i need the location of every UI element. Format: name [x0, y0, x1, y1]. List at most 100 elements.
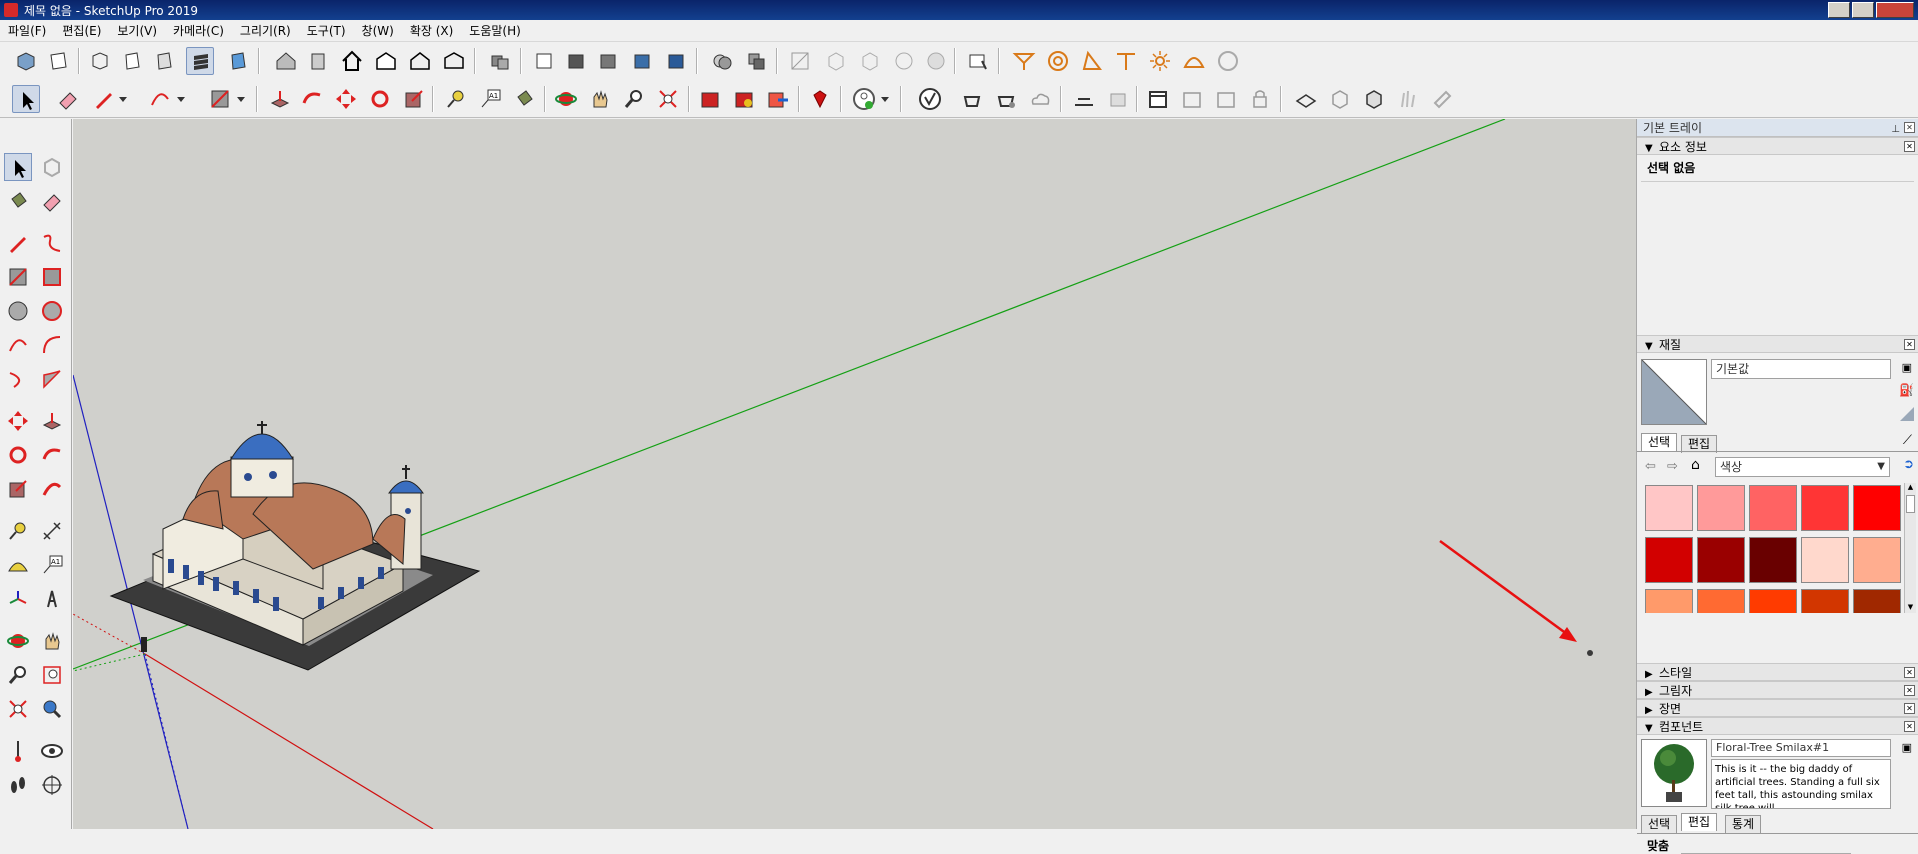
house-icon[interactable]	[338, 47, 366, 75]
menu-draw[interactable]: 그리기(R)	[232, 22, 299, 39]
position-camera-icon[interactable]	[4, 737, 32, 765]
frame-buffer-icon[interactable]	[1070, 85, 1098, 113]
wireframe-style-icon[interactable]	[118, 47, 146, 75]
solid-subtract-icon[interactable]	[742, 47, 770, 75]
details-icon[interactable]: ▣	[1902, 741, 1912, 754]
paint-bucket-icon[interactable]: ⛽	[1899, 383, 1914, 397]
move-icon[interactable]	[4, 407, 32, 435]
section-plane-icon[interactable]	[38, 771, 66, 799]
cloud-render-icon[interactable]	[1026, 85, 1054, 113]
arc-2pt-icon[interactable]	[38, 331, 66, 359]
dimension-icon[interactable]	[38, 517, 66, 545]
lock-icon[interactable]	[1246, 85, 1274, 113]
text-tool-icon[interactable]: A1	[476, 85, 504, 113]
follow-me-icon[interactable]	[298, 85, 326, 113]
tab-statistics[interactable]: 통계	[1725, 815, 1762, 833]
components-header[interactable]: ▼ 컴포넌트 ✕	[1637, 717, 1918, 735]
menu-camera[interactable]: 카메라(C)	[165, 22, 232, 39]
cube-icon[interactable]	[1326, 85, 1354, 113]
sandbox-scratch-icon[interactable]	[822, 47, 850, 75]
section-fill-icon[interactable]	[594, 47, 622, 75]
component-description[interactable]: This is it -- the big daddy of artificia…	[1711, 759, 1891, 809]
send-to-layout-icon[interactable]	[764, 85, 792, 113]
eraser-icon[interactable]	[54, 85, 82, 113]
color-swatch[interactable]	[1801, 589, 1849, 613]
color-swatch[interactable]	[1853, 589, 1901, 613]
axis-orange-icon[interactable]	[1112, 47, 1140, 75]
offset-icon[interactable]	[38, 475, 66, 503]
color-swatch[interactable]	[1801, 485, 1849, 531]
color-swatch[interactable]	[1801, 537, 1849, 583]
circle-orange-icon[interactable]	[1044, 47, 1072, 75]
warehouse-3d-icon[interactable]	[696, 85, 724, 113]
arc-3pt-icon[interactable]	[4, 365, 32, 393]
color-swatch[interactable]	[1697, 485, 1745, 531]
forward-arrow-icon[interactable]: ⇨	[1667, 459, 1678, 474]
orbit-icon[interactable]	[552, 85, 580, 113]
back-arrow-icon[interactable]: ⇦	[1645, 459, 1656, 474]
create-material-icon[interactable]: ▣	[1902, 361, 1912, 374]
color-swatch[interactable]	[1749, 485, 1797, 531]
add-location-icon[interactable]	[964, 47, 992, 75]
fur-icon[interactable]	[1394, 85, 1422, 113]
section-plane-icon[interactable]	[530, 47, 558, 75]
shaded-style-icon[interactable]	[186, 47, 214, 75]
tape-measure-icon[interactable]	[4, 517, 32, 545]
color-swatch[interactable]	[1645, 485, 1693, 531]
pie-icon[interactable]	[38, 365, 66, 393]
close-icon[interactable]: ✕	[1904, 339, 1915, 350]
library-select[interactable]: 색상 ▼	[1715, 457, 1890, 477]
tab-select[interactable]: 선택	[1641, 815, 1678, 833]
textured-style-icon[interactable]	[224, 47, 252, 75]
polygon-icon[interactable]	[38, 297, 66, 325]
close-icon[interactable]: ✕	[1904, 141, 1915, 152]
select-arrow-icon[interactable]	[12, 85, 40, 113]
chevron-down-icon[interactable]	[174, 85, 202, 113]
pencil-icon[interactable]	[90, 85, 118, 113]
maximize-button[interactable]	[1852, 2, 1874, 18]
section-cut-icon[interactable]	[562, 47, 590, 75]
vray-icon[interactable]	[916, 85, 944, 113]
rotate-icon[interactable]	[4, 441, 32, 469]
components-icon[interactable]	[486, 47, 514, 75]
placed-tree-component[interactable]	[1587, 650, 1593, 656]
protractor-orange-icon[interactable]	[1078, 47, 1106, 75]
menu-extensions[interactable]: 확장 (X)	[402, 22, 461, 39]
protractor-icon[interactable]	[4, 551, 32, 579]
pan-hand-icon[interactable]	[586, 85, 614, 113]
entity-info-header[interactable]: ▼ 요소 정보 ✕	[1637, 137, 1918, 155]
layers-icon[interactable]	[662, 47, 690, 75]
outliner-icon[interactable]	[628, 47, 656, 75]
select-arrow-icon[interactable]	[4, 153, 32, 181]
close-button[interactable]	[1876, 2, 1914, 18]
follow-me-icon[interactable]	[38, 441, 66, 469]
push-pull-icon[interactable]	[266, 85, 294, 113]
details-arrow-icon[interactable]: ➲	[1903, 457, 1914, 472]
3d-text-icon[interactable]	[38, 585, 66, 613]
component-name-field[interactable]: Floral-Tree Smilax#1	[1711, 739, 1891, 757]
walk-icon[interactable]	[4, 771, 32, 799]
sun-orange-icon[interactable]	[1146, 47, 1174, 75]
back-view-icon[interactable]	[440, 47, 468, 75]
pencil-icon[interactable]	[4, 229, 32, 257]
solid-union-icon[interactable]	[708, 47, 736, 75]
color-swatch[interactable]	[1749, 537, 1797, 583]
menu-file[interactable]: 파일(F)	[0, 22, 54, 39]
teapot-render-icon[interactable]	[958, 85, 986, 113]
close-icon[interactable]: ✕	[1904, 703, 1915, 714]
sandbox-smoove-icon[interactable]	[856, 47, 884, 75]
circle-icon[interactable]	[4, 297, 32, 325]
menu-tools[interactable]: 도구(T)	[299, 22, 354, 39]
home-icon[interactable]: ⌂	[1691, 457, 1700, 473]
color-swatch[interactable]	[1697, 537, 1745, 583]
color-swatch[interactable]	[1853, 537, 1901, 583]
close-icon[interactable]: ✕	[1904, 685, 1915, 696]
orbit-icon[interactable]	[4, 627, 32, 655]
scenes-header[interactable]: ▶ 장면 ✕	[1637, 699, 1918, 717]
zoom-icon[interactable]	[620, 85, 648, 113]
hidden-line-icon[interactable]	[150, 47, 178, 75]
eyedropper-icon[interactable]: ⟋	[1903, 433, 1912, 448]
right-view-icon[interactable]	[406, 47, 434, 75]
make-component-icon[interactable]	[38, 153, 66, 181]
zoom-extents-icon[interactable]	[654, 85, 682, 113]
